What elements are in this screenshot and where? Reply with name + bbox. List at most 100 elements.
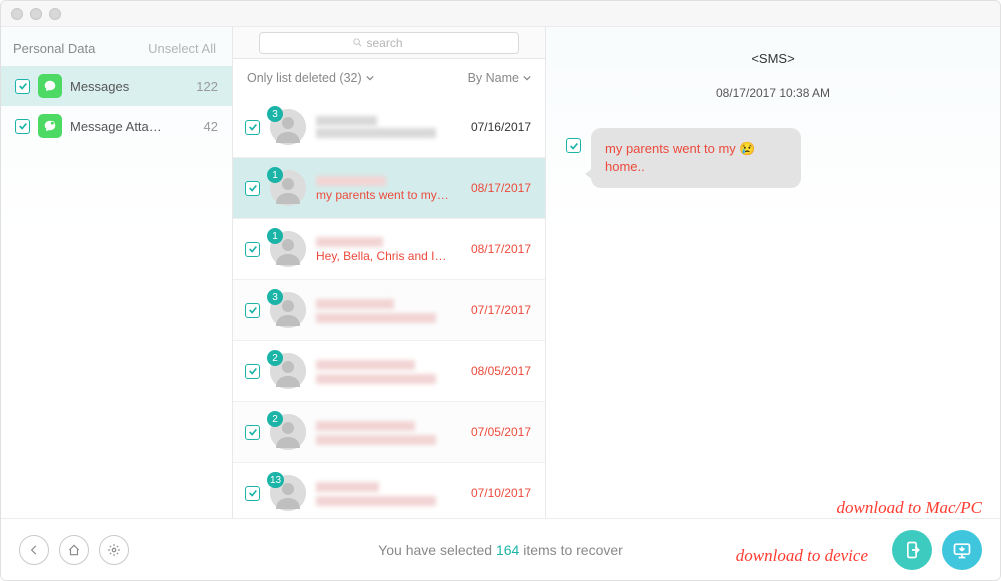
conversation-preview-redacted — [316, 313, 436, 323]
conversation-text: my parents went to my… — [316, 174, 461, 202]
avatar: 2 — [270, 353, 306, 389]
conversation-name-redacted — [316, 299, 394, 309]
computer-icon — [952, 540, 972, 560]
avatar: 2 — [270, 414, 306, 450]
footer: You have selected 164 items to recover — [1, 518, 1000, 580]
conversation-checkbox[interactable] — [245, 303, 260, 318]
conversation-row[interactable]: 3 07/17/2017 — [233, 280, 545, 341]
conversation-date: 08/17/2017 — [471, 181, 531, 195]
conversation-checkbox[interactable] — [245, 181, 260, 196]
unread-badge: 2 — [267, 411, 283, 427]
titlebar — [1, 1, 1000, 27]
conversation-preview: my parents went to my… — [316, 188, 461, 202]
selected-count: 164 — [496, 542, 519, 558]
conversation-column: Only list deleted (32) By Name 3 07/16/20… — [233, 27, 546, 518]
conversation-text — [316, 358, 461, 384]
sidebar-item-label: Message Atta… — [70, 119, 196, 134]
conversation-date: 07/17/2017 — [471, 303, 531, 317]
sidebar-item-attachments[interactable]: Message Atta… 42 — [1, 106, 232, 146]
back-button[interactable] — [19, 535, 49, 565]
conversation-checkbox[interactable] — [245, 120, 260, 135]
conversation-row[interactable]: 1 my parents went to my… 08/17/2017 — [233, 158, 545, 219]
conversation-checkbox[interactable] — [245, 425, 260, 440]
conversation-name-redacted — [316, 116, 377, 126]
conversation-name-redacted — [316, 421, 415, 431]
conversation-text — [316, 419, 461, 445]
messages-icon — [38, 74, 62, 98]
unread-badge: 1 — [267, 228, 283, 244]
sidebar-title: Personal Data — [13, 41, 95, 56]
conversation-name-redacted — [316, 237, 383, 247]
avatar: 13 — [270, 475, 306, 511]
conversation-preview-redacted — [316, 496, 436, 506]
conversation-row[interactable]: 2 08/05/2017 — [233, 341, 545, 402]
sort-dropdown[interactable]: By Name — [468, 71, 531, 85]
message-bubble: my parents went to my 😢 home.. — [591, 128, 801, 188]
export-buttons — [892, 530, 982, 570]
conversation-name-redacted — [316, 482, 379, 492]
sidebar-item-label: Messages — [70, 79, 188, 94]
sidebar-item-messages[interactable]: Messages 122 — [1, 66, 232, 106]
chevron-down-icon — [366, 74, 374, 82]
unread-badge: 1 — [267, 167, 283, 183]
unread-badge: 2 — [267, 350, 283, 366]
checkbox[interactable] — [15, 119, 30, 134]
device-icon — [902, 540, 922, 560]
app-window: Personal Data Unselect All Messages 122 … — [0, 0, 1001, 581]
avatar: 3 — [270, 292, 306, 328]
chevron-down-icon — [523, 74, 531, 82]
checkbox[interactable] — [15, 79, 30, 94]
close-traffic-light[interactable] — [11, 8, 23, 20]
conversation-row[interactable]: 2 07/05/2017 — [233, 402, 545, 463]
main-area: Personal Data Unselect All Messages 122 … — [1, 27, 1000, 518]
conversation-text: Hey, Bella, Chris and I… — [316, 235, 461, 263]
conversation-list[interactable]: 3 07/16/2017 1 my parents went to my… 08/17/… — [233, 97, 545, 518]
detail-timestamp: 08/17/2017 10:38 AM — [566, 86, 980, 100]
minimize-traffic-light[interactable] — [30, 8, 42, 20]
attachment-icon — [38, 114, 62, 138]
conversation-checkbox[interactable] — [245, 364, 260, 379]
unread-badge: 13 — [267, 472, 284, 488]
download-to-device-button[interactable] — [892, 530, 932, 570]
conversation-preview-redacted — [316, 374, 436, 384]
conversation-text — [316, 116, 461, 138]
sidebar-header: Personal Data Unselect All — [1, 27, 232, 66]
search-icon — [352, 37, 363, 48]
sidebar-item-count: 42 — [204, 119, 218, 134]
home-button[interactable] — [59, 535, 89, 565]
conversation-name-redacted — [316, 176, 386, 186]
conversation-row[interactable]: 13 07/10/2017 — [233, 463, 545, 518]
conversation-date: 08/17/2017 — [471, 242, 531, 256]
searchbar — [233, 27, 545, 59]
unread-badge: 3 — [267, 106, 283, 122]
conversation-date: 07/16/2017 — [471, 120, 531, 134]
conversation-preview: Hey, Bella, Chris and I… — [316, 249, 461, 263]
detail-pane: <SMS> 08/17/2017 10:38 AM my parents wen… — [546, 27, 1000, 518]
avatar: 3 — [270, 109, 306, 145]
conversation-row[interactable]: 1 Hey, Bella, Chris and I… 08/17/2017 — [233, 219, 545, 280]
message-row: my parents went to my 😢 home.. — [566, 128, 980, 188]
settings-button[interactable] — [99, 535, 129, 565]
conversation-date: 07/10/2017 — [471, 486, 531, 500]
conversation-text — [316, 297, 461, 323]
message-checkbox[interactable] — [566, 138, 581, 153]
filter-deleted-dropdown[interactable]: Only list deleted (32) — [247, 71, 374, 85]
filterbar: Only list deleted (32) By Name — [233, 59, 545, 97]
search-input[interactable] — [367, 36, 427, 50]
conversation-preview-redacted — [316, 128, 436, 138]
conversation-name-redacted — [316, 360, 415, 370]
download-to-pc-button[interactable] — [942, 530, 982, 570]
conversation-row[interactable]: 3 07/16/2017 — [233, 97, 545, 158]
zoom-traffic-light[interactable] — [49, 8, 61, 20]
status-text: You have selected 164 items to recover — [378, 542, 623, 558]
conversation-checkbox[interactable] — [245, 486, 260, 501]
searchbox[interactable] — [259, 32, 519, 54]
unread-badge: 3 — [267, 289, 283, 305]
conversation-checkbox[interactable] — [245, 242, 260, 257]
conversation-date: 08/05/2017 — [471, 364, 531, 378]
sidebar-item-count: 122 — [196, 79, 218, 94]
unselect-all-button[interactable]: Unselect All — [148, 41, 216, 56]
conversation-date: 07/05/2017 — [471, 425, 531, 439]
conversation-preview-redacted — [316, 435, 436, 445]
conversation-text — [316, 480, 461, 506]
